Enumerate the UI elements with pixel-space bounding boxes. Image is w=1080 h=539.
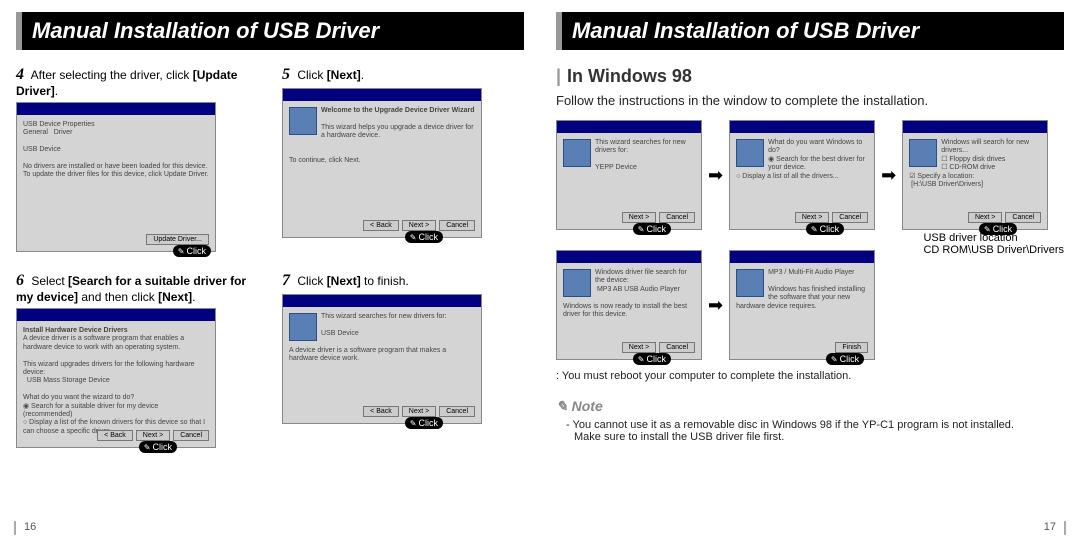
click-badge: Click <box>405 417 443 429</box>
screenshot-step5: Welcome to the Upgrade Device Driver Wiz… <box>282 88 482 238</box>
section-heading: |In Windows 98 <box>556 66 1064 87</box>
note-body: - You cannot use it as a removable disc … <box>556 419 1064 443</box>
section-intro: Follow the instructions in the window to… <box>556 93 1064 108</box>
arrow-icon: ➡ <box>881 165 896 186</box>
screenshot-step4: USB Device PropertiesGeneral DriverUSB D… <box>16 102 216 252</box>
page-number-right: 17 <box>1044 521 1056 533</box>
flow-shot-4: Windows driver file search for the devic… <box>556 250 702 360</box>
step-6-num: 6 <box>16 272 24 289</box>
steps-grid: 4 After selecting the driver, click [Upd… <box>16 66 524 448</box>
flow-shot-2: What do you want Windows to do?◉ Search … <box>729 120 875 230</box>
step-4: 4 After selecting the driver, click [Upd… <box>16 66 258 252</box>
step-6-label: 6 Select [Search for a suitable driver f… <box>16 272 258 304</box>
click-badge: Click <box>139 441 177 453</box>
heading-bar-icon: | <box>556 66 561 86</box>
step-6: 6 Select [Search for a suitable driver f… <box>16 272 258 448</box>
driver-location-caption: USB driver location CD ROM\USB Driver\Dr… <box>923 232 1064 256</box>
click-badge: Click <box>405 231 443 243</box>
page-title-left: Manual Installation of USB Driver <box>16 12 524 50</box>
flow-shot-3: Windows will search for new drivers...☐ … <box>902 120 1048 230</box>
step-7-num: 7 <box>282 272 290 289</box>
left-page: Manual Installation of USB Driver 4 Afte… <box>0 0 540 539</box>
step-7: 7 Click [Next] to finish. This wizard se… <box>282 272 524 448</box>
step-5: 5 Click [Next]. Welcome to the Upgrade D… <box>282 66 524 252</box>
step-5-num: 5 <box>282 66 290 83</box>
screenshot-step7: This wizard searches for new drivers for… <box>282 294 482 424</box>
flow-shot-5: MP3 / Multi-Fit Audio PlayerWindows has … <box>729 250 875 360</box>
click-badge: Click <box>633 223 671 235</box>
click-badge: Click <box>826 353 864 365</box>
click-badge: Click <box>173 245 211 257</box>
arrow-icon: ➡ <box>708 165 723 186</box>
page-number-left: 16 <box>24 521 36 533</box>
flow-row-1: This wizard searches for new drivers for… <box>556 120 1064 230</box>
step-4-num: 4 <box>16 66 24 83</box>
flow-row-2: Windows driver file search for the devic… <box>556 250 1064 360</box>
step-4-label: 4 After selecting the driver, click [Upd… <box>16 66 258 98</box>
flow-shot-1: This wizard searches for new drivers for… <box>556 120 702 230</box>
right-page: Manual Installation of USB Driver |In Wi… <box>540 0 1080 539</box>
note-title: Note <box>556 398 1064 415</box>
step-5-label: 5 Click [Next]. <box>282 66 524 84</box>
reboot-note: : You must reboot your computer to compl… <box>556 370 1064 382</box>
page-title-right: Manual Installation of USB Driver <box>556 12 1064 50</box>
screenshot-step6: Install Hardware Device DriversA device … <box>16 308 216 448</box>
click-badge: Click <box>633 353 671 365</box>
step-7-label: 7 Click [Next] to finish. <box>282 272 524 290</box>
click-badge: Click <box>806 223 844 235</box>
arrow-icon: ➡ <box>708 295 723 316</box>
